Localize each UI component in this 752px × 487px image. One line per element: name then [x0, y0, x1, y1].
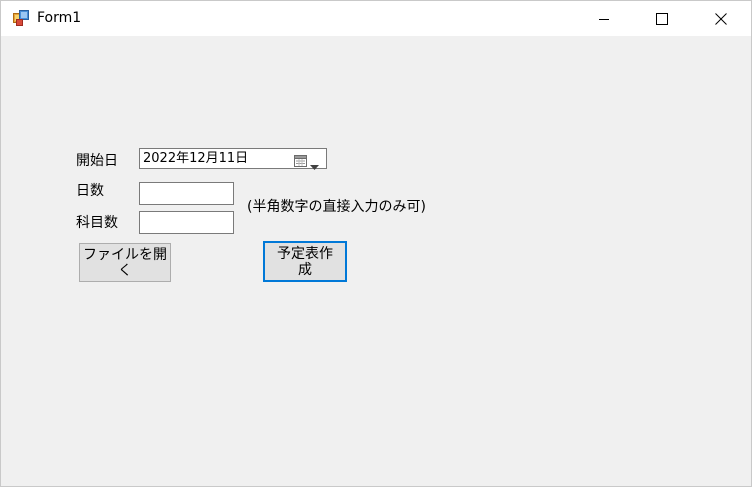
calendar-icon[interactable] [294, 152, 308, 167]
form-client-area: 開始日 2022年12月11日 日数 科目数 (半角数字の直接入力のみ可) ファ… [1, 36, 751, 486]
minimize-button[interactable] [575, 1, 633, 36]
start-date-value: 2022年12月11日 [143, 151, 249, 166]
days-label: 日数 [76, 183, 104, 199]
numeric-input-hint: (半角数字の直接入力のみ可) [247, 199, 426, 215]
form1-window: Form1 開始日 2022年12月11日 日数 科目数 (半角数字の直接入力の… [0, 0, 752, 487]
days-input[interactable] [139, 182, 234, 205]
open-file-button[interactable]: ファイルを開く [79, 243, 171, 282]
subjects-input[interactable] [139, 211, 234, 234]
title-bar[interactable]: Form1 [1, 1, 751, 36]
close-icon [715, 12, 727, 25]
start-date-label: 開始日 [76, 153, 118, 169]
maximize-icon [656, 12, 668, 25]
windows-form-icon [13, 10, 29, 26]
chevron-down-icon[interactable] [310, 156, 319, 170]
create-schedule-button[interactable]: 予定表作成 [263, 241, 347, 282]
minimize-icon [599, 18, 609, 20]
maximize-button[interactable] [633, 1, 691, 36]
window-title: Form1 [37, 10, 82, 26]
start-date-picker[interactable]: 2022年12月11日 [139, 148, 327, 170]
subjects-label: 科目数 [76, 215, 118, 231]
close-button[interactable] [692, 1, 750, 36]
